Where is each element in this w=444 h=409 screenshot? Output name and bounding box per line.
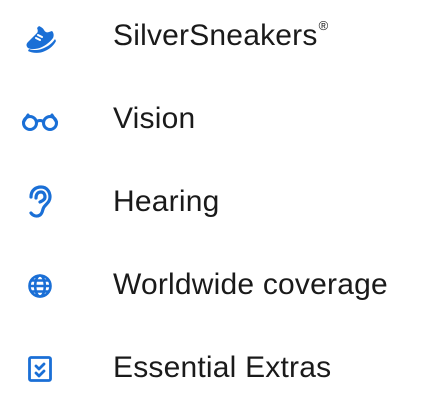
benefit-label-vision: Vision xyxy=(113,102,196,135)
benefit-list: SilverSneakers® Vision Hearing Worldwide… xyxy=(0,0,444,409)
ear-icon xyxy=(16,178,64,226)
checklist-icon xyxy=(16,344,64,392)
sneaker-icon xyxy=(16,12,64,60)
eyeglasses-icon xyxy=(16,95,64,143)
benefit-item-essential-extras: Essential Extras xyxy=(0,338,444,398)
registered-mark: ® xyxy=(318,18,329,33)
benefit-item-vision: Vision xyxy=(0,89,444,149)
benefit-item-hearing: Hearing xyxy=(0,172,444,232)
benefit-label-hearing: Hearing xyxy=(113,185,220,218)
benefit-label-worldwide-coverage: Worldwide coverage xyxy=(113,268,388,301)
benefit-label-silversneakers: SilverSneakers® xyxy=(113,18,329,52)
benefit-label-essential-extras: Essential Extras xyxy=(113,351,332,384)
globe-icon xyxy=(16,261,64,309)
benefit-item-worldwide-coverage: Worldwide coverage xyxy=(0,255,444,315)
benefit-item-silversneakers: SilverSneakers® xyxy=(0,6,444,66)
